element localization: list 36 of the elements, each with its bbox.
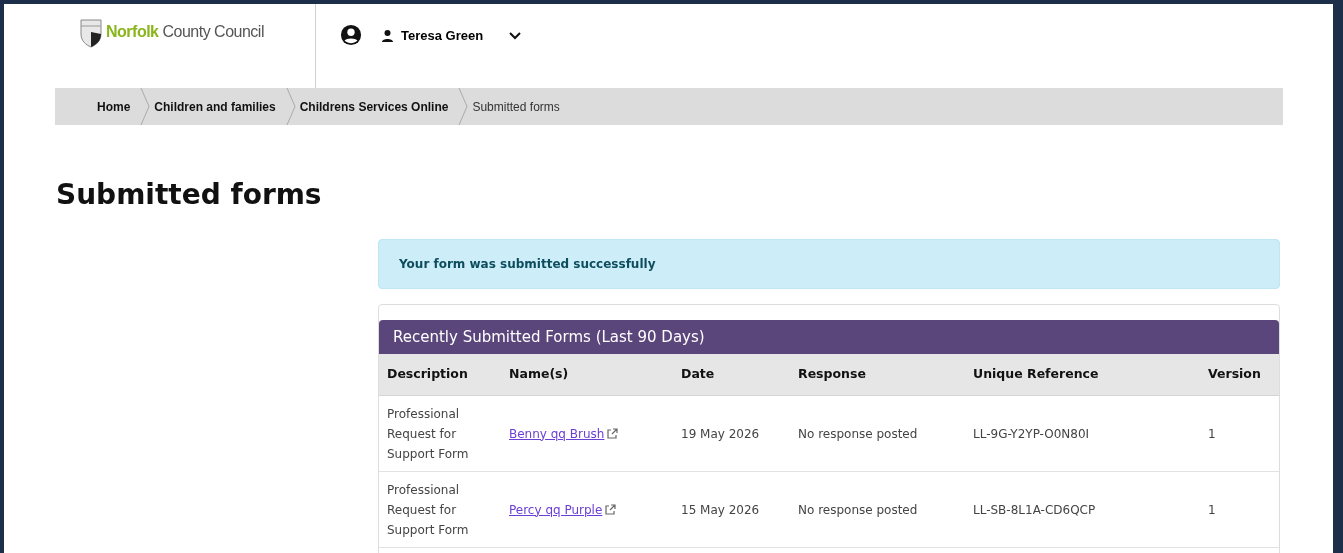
breadcrumb-separator-icon bbox=[140, 88, 151, 125]
account-icon[interactable] bbox=[340, 24, 362, 46]
council-logo-text[interactable]: Norfolk County Council bbox=[106, 20, 264, 44]
breadcrumb-separator-icon bbox=[458, 88, 469, 125]
user-menu-button[interactable]: Teresa Green bbox=[382, 26, 522, 46]
table-cell: 1 bbox=[1208, 426, 1216, 441]
column-header: Description bbox=[387, 366, 468, 382]
breadcrumb-link[interactable]: Children and families bbox=[154, 97, 282, 116]
table-cell-text: Professional Request for Support Form bbox=[387, 481, 470, 539]
shield-logo-icon bbox=[80, 18, 102, 48]
breadcrumb-link[interactable]: Submitted forms bbox=[472, 97, 566, 116]
table-cell: No response posted bbox=[798, 426, 918, 441]
table-cell: 15 May 2026 bbox=[681, 502, 760, 517]
column-header: Response bbox=[798, 366, 866, 382]
column-header: Date bbox=[681, 366, 715, 382]
external-link-icon bbox=[605, 504, 617, 515]
table-cell: 1 bbox=[1208, 502, 1216, 517]
table-cell: 19 May 2026 bbox=[681, 426, 760, 441]
column-header: Version bbox=[1208, 366, 1261, 382]
name-link[interactable]: Percy qq Purple bbox=[509, 500, 603, 519]
name-link[interactable]: Benny qq Brush bbox=[509, 424, 605, 443]
column-header: Unique Reference bbox=[973, 366, 1099, 382]
breadcrumb-separator-icon bbox=[285, 88, 296, 125]
breadcrumb-link[interactable]: Childrens Services Online bbox=[299, 97, 455, 116]
table-title-bar: Recently Submitted Forms (Last 90 Days) bbox=[379, 320, 1279, 354]
success-alert: Your form was submitted successfully bbox=[378, 239, 1280, 289]
external-link-icon bbox=[607, 428, 619, 439]
table-cell: No response posted bbox=[798, 502, 918, 517]
table-cell-text: Professional Request for Support Form bbox=[387, 405, 470, 463]
chevron-down-icon bbox=[509, 31, 522, 40]
table-cell: LL-9G-Y2YP-O0N80I bbox=[973, 426, 1090, 441]
column-header: Name(s) bbox=[509, 366, 569, 382]
table-cell: LL-SB-8L1A-CD6QCP bbox=[973, 502, 1096, 517]
breadcrumb-link[interactable]: Home bbox=[97, 97, 137, 116]
page-title: Submitted forms bbox=[56, 177, 323, 213]
person-icon bbox=[382, 29, 393, 42]
